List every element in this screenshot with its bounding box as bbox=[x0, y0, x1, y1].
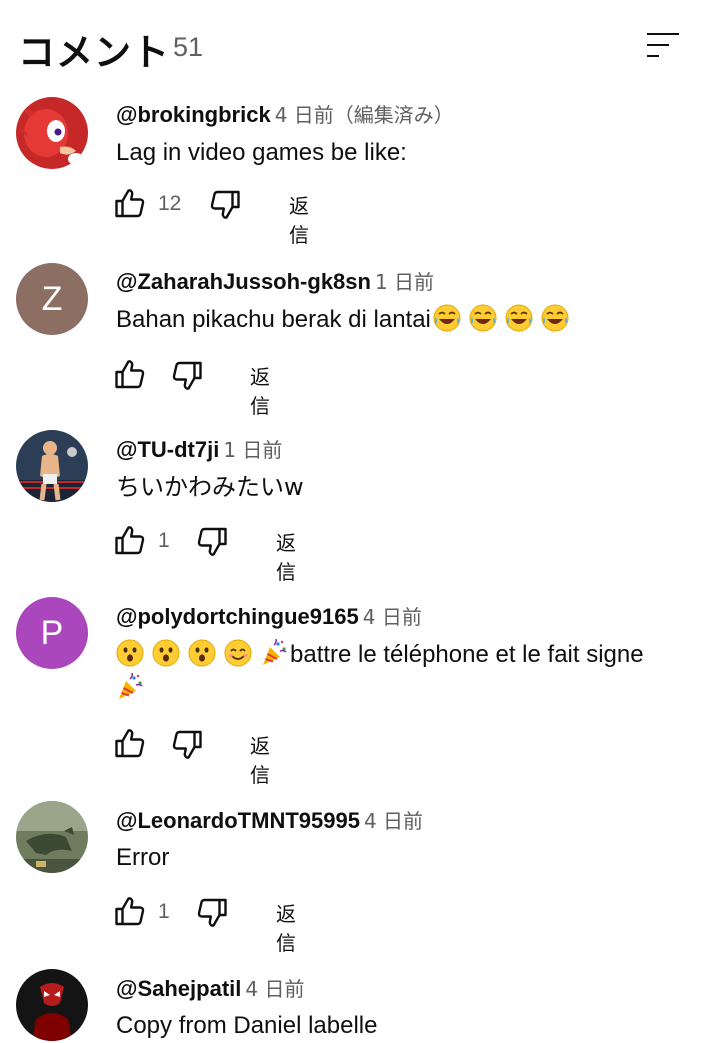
comment-text-content: Lag in video games be like: bbox=[116, 139, 407, 166]
like-count: 1 bbox=[158, 529, 170, 552]
laugh-cry-emoji bbox=[433, 304, 461, 332]
comment-author[interactable]: @ZaharahJussoh-gk8sn bbox=[116, 269, 371, 294]
thumb-up-icon bbox=[112, 523, 148, 559]
thumb-down-icon bbox=[194, 523, 230, 559]
comment-author[interactable]: @polydortchingue9165 bbox=[116, 604, 359, 629]
thumb-up-icon bbox=[112, 726, 148, 762]
avatar-letter: Z bbox=[41, 279, 63, 318]
like-count: 12 bbox=[158, 192, 182, 215]
like-button[interactable] bbox=[112, 521, 148, 561]
comment-author[interactable]: @LeonardoTMNT95995 bbox=[116, 808, 360, 833]
comment-time: 4 日前 bbox=[362, 605, 422, 629]
comment-meta: @polydortchingue9165 4 日前 bbox=[116, 601, 422, 630]
comment-text: ちいかわみたいw bbox=[116, 470, 686, 504]
astonished-emoji bbox=[116, 639, 144, 667]
comment-text-content: battre le téléphone et le fait signe bbox=[290, 641, 644, 668]
sort-icon[interactable] bbox=[645, 30, 681, 60]
comment-author[interactable]: @brokingbrick bbox=[116, 102, 271, 127]
avatar[interactable]: Z bbox=[16, 263, 88, 335]
avatar[interactable] bbox=[16, 97, 88, 169]
dislike-button[interactable] bbox=[194, 892, 230, 932]
dislike-button[interactable] bbox=[169, 724, 205, 764]
like-button[interactable] bbox=[112, 184, 148, 224]
comments-header: コメント 51 bbox=[0, 0, 715, 90]
reply-button[interactable]: 返信 bbox=[276, 527, 296, 585]
thumb-up-icon bbox=[112, 186, 148, 222]
comment-text-content: Bahan pikachu berak di lantai bbox=[116, 306, 431, 333]
comment-text-content: Error bbox=[116, 844, 170, 871]
dislike-button[interactable] bbox=[194, 521, 230, 561]
comment-text: Copy from Daniel labelle bbox=[116, 1009, 686, 1043]
like-button[interactable] bbox=[112, 892, 148, 932]
thumb-down-icon bbox=[207, 186, 243, 222]
thumb-down-icon bbox=[169, 357, 205, 393]
avatar[interactable] bbox=[16, 430, 88, 502]
comments-count: 51 bbox=[173, 32, 204, 62]
laugh-cry-emoji bbox=[541, 304, 569, 332]
thumb-up-icon bbox=[112, 894, 148, 930]
smile-emoji bbox=[224, 639, 252, 667]
comment-meta: @brokingbrick 4 日前（編集済み） bbox=[116, 99, 454, 128]
avatar[interactable] bbox=[16, 969, 88, 1041]
avatar-letter: P bbox=[40, 613, 64, 652]
comment-text-content: ちいかわみたいw bbox=[116, 473, 304, 501]
comment-meta: @TU-dt7ji 1 日前 bbox=[116, 434, 282, 463]
astonished-emoji bbox=[152, 639, 180, 667]
comment-text: Error bbox=[116, 841, 686, 875]
dislike-button[interactable] bbox=[169, 355, 205, 395]
avatar[interactable]: P bbox=[16, 597, 88, 669]
comment-time: 4 日前（編集済み） bbox=[274, 103, 454, 127]
comment-time: 1 日前 bbox=[223, 438, 283, 462]
reply-button[interactable]: 返信 bbox=[276, 898, 296, 956]
party-popper-emoji bbox=[116, 673, 144, 701]
comment-meta: @ZaharahJussoh-gk8sn 1 日前 bbox=[116, 266, 434, 295]
comment-meta: @LeonardoTMNT95995 4 日前 bbox=[116, 805, 423, 834]
reply-button[interactable]: 返信 bbox=[250, 730, 270, 788]
reply-button[interactable]: 返信 bbox=[289, 190, 309, 248]
comment-text-content: Copy from Daniel labelle bbox=[116, 1012, 378, 1039]
thumb-down-icon bbox=[194, 894, 230, 930]
comments-title: コメント bbox=[18, 31, 170, 74]
like-button[interactable] bbox=[112, 724, 148, 764]
avatar[interactable] bbox=[16, 801, 88, 873]
thumb-down-icon bbox=[169, 726, 205, 762]
comment-time: 1 日前 bbox=[374, 270, 435, 294]
comment-text: Lag in video games be like: bbox=[116, 136, 686, 170]
like-button[interactable] bbox=[112, 355, 148, 395]
comment-author[interactable]: @Sahejpatil bbox=[116, 976, 241, 1001]
comment-time: 4 日前 bbox=[245, 977, 305, 1001]
like-count: 1 bbox=[158, 900, 170, 923]
party-popper-emoji bbox=[260, 639, 288, 667]
astonished-emoji bbox=[188, 639, 216, 667]
comment-author[interactable]: @TU-dt7ji bbox=[116, 437, 219, 462]
thumb-up-icon bbox=[112, 357, 148, 393]
comment-text: Bahan pikachu berak di lantai bbox=[116, 303, 686, 337]
reply-button[interactable]: 返信 bbox=[250, 361, 270, 419]
dislike-button[interactable] bbox=[207, 184, 243, 224]
laugh-cry-emoji bbox=[505, 304, 533, 332]
laugh-cry-emoji bbox=[469, 304, 497, 332]
comment-meta: @Sahejpatil 4 日前 bbox=[116, 973, 304, 1002]
comment-time: 4 日前 bbox=[363, 809, 424, 833]
comment-text: battre le téléphone et le fait signe bbox=[116, 638, 686, 706]
